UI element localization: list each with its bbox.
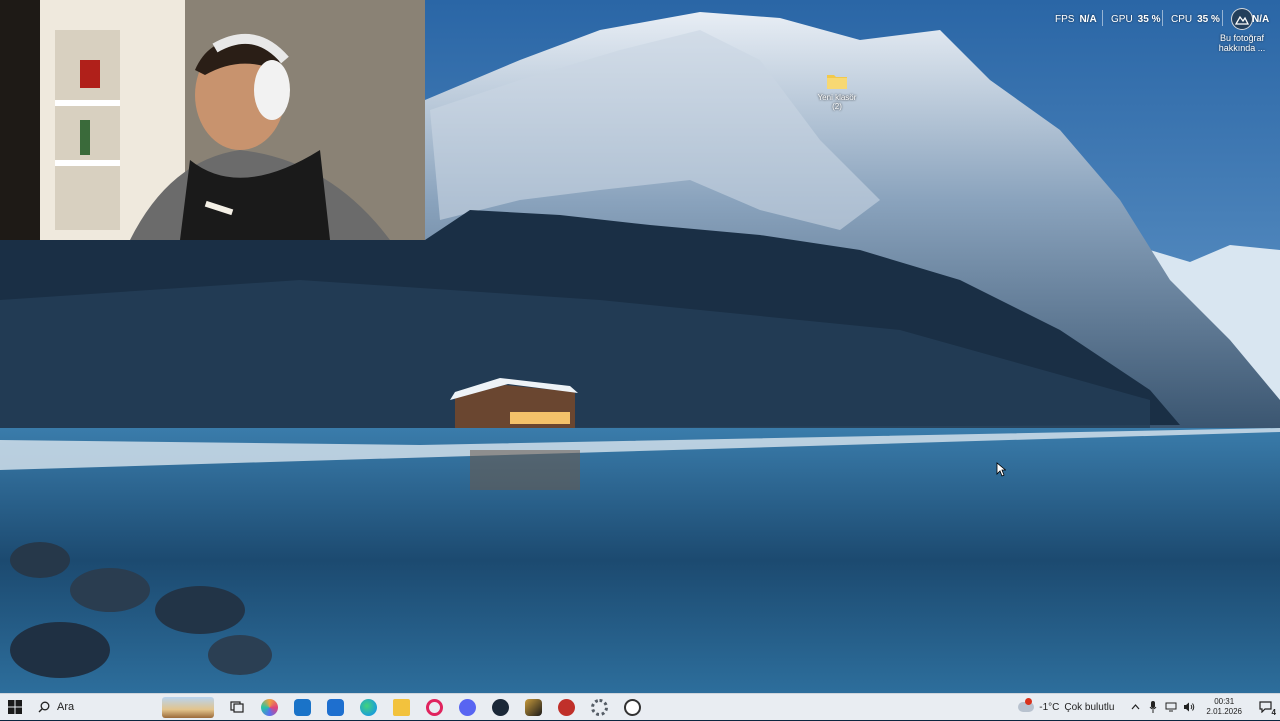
network-button[interactable]: [1163, 694, 1179, 721]
system-tray: -1°C Çok bulutlu 00:31 2.01.2026 4: [1018, 694, 1280, 721]
folder-label-line2: (2): [832, 102, 842, 111]
clock[interactable]: 00:31 2.01.2026: [1198, 697, 1250, 717]
overlay-divider: [1102, 10, 1103, 26]
search-highlight-image: [162, 696, 214, 718]
taskbar-app-obs[interactable]: [616, 694, 649, 721]
network-icon: [1165, 702, 1177, 712]
mouse-cursor-icon: [996, 462, 1007, 482]
weather-text: Çok bulutlu: [1064, 701, 1115, 713]
chevron-up-icon: [1131, 704, 1140, 710]
search-icon: [38, 701, 50, 713]
file-explorer-icon: [393, 698, 410, 716]
notification-icon: [1258, 701, 1272, 713]
settings-icon: [591, 698, 608, 716]
taskbar-app-outlook[interactable]: [286, 694, 319, 721]
taskbar-app-edge[interactable]: [352, 694, 385, 721]
microphone-icon: [1150, 701, 1157, 713]
about-this-photo-button[interactable]: Bu fotoğraf hakkında ...: [1218, 8, 1266, 53]
taskbar: Ara -1°C Çok bulutlu 00:31 2.01.2026 4: [0, 693, 1280, 720]
copilot-icon: [261, 698, 278, 716]
notification-center-button[interactable]: 4: [1250, 694, 1280, 721]
store-icon: [327, 698, 344, 716]
taskbar-app-opera-gx[interactable]: [418, 694, 451, 721]
league-icon: [525, 698, 542, 716]
show-hidden-icons-button[interactable]: [1127, 694, 1143, 721]
taskbar-app-store[interactable]: [319, 694, 352, 721]
about-photo-label-line1: Bu fotoğraf: [1219, 33, 1265, 43]
about-photo-label-line2: hakkında ...: [1218, 43, 1266, 53]
weather-alert-badge: [1025, 698, 1033, 705]
clock-time: 00:31: [1214, 697, 1235, 706]
fps-readout: FPS N/A: [1055, 12, 1097, 26]
app-red-icon: [558, 698, 575, 716]
edge-icon: [360, 698, 377, 716]
outlook-icon: [294, 698, 311, 716]
notification-count: 4: [1271, 707, 1276, 717]
desktop: FPS N/A GPU 35 % CPU 35 % N/A Bu fotoğra…: [0, 0, 1280, 693]
overlay-divider: [1162, 10, 1163, 26]
taskbar-app-file-explorer[interactable]: [385, 694, 418, 721]
clock-date: 2.01.2026: [1206, 707, 1242, 716]
taskbar-app-settings[interactable]: [583, 694, 616, 721]
steam-icon: [492, 698, 509, 716]
cpu-value: 35 %: [1197, 13, 1220, 25]
taskbar-app-steam[interactable]: [484, 694, 517, 721]
webcam-feed: [0, 0, 425, 240]
cpu-label: CPU: [1171, 13, 1193, 25]
opera-gx-icon: [426, 698, 443, 716]
taskbar-app-copilot[interactable]: [253, 694, 286, 721]
taskbar-search-box[interactable]: Ara: [30, 694, 220, 721]
volume-icon: [1184, 702, 1195, 712]
task-view-icon: [229, 701, 244, 713]
folder-icon: [826, 72, 848, 90]
taskbar-app-red[interactable]: [550, 694, 583, 721]
taskbar-app-discord[interactable]: [451, 694, 484, 721]
fps-label: FPS: [1055, 13, 1075, 25]
volume-button[interactable]: [1181, 694, 1197, 721]
obs-icon: [624, 698, 641, 716]
weather-temp: -1°C: [1039, 701, 1060, 713]
microphone-button[interactable]: [1145, 694, 1161, 721]
search-placeholder: Ara: [57, 701, 75, 713]
windows-icon: [8, 700, 22, 714]
task-view-button[interactable]: [220, 694, 253, 721]
cloud-icon: [1018, 698, 1035, 712]
fps-value: N/A: [1079, 13, 1097, 25]
folder-label-line1: Yeni klasör: [817, 93, 857, 102]
gpu-value: 35 %: [1137, 13, 1161, 25]
discord-icon: [459, 698, 476, 716]
start-button[interactable]: [0, 694, 30, 721]
gpu-label: GPU: [1111, 13, 1133, 25]
taskbar-app-league[interactable]: [517, 694, 550, 721]
mountain-icon: [1231, 8, 1253, 30]
cpu-readout: CPU 35 %: [1171, 12, 1220, 26]
weather-widget[interactable]: -1°C Çok bulutlu: [1018, 698, 1126, 713]
desktop-folder-new-folder-2[interactable]: Yeni klasör (2): [810, 72, 864, 111]
gpu-readout: GPU 35 %: [1111, 12, 1160, 26]
